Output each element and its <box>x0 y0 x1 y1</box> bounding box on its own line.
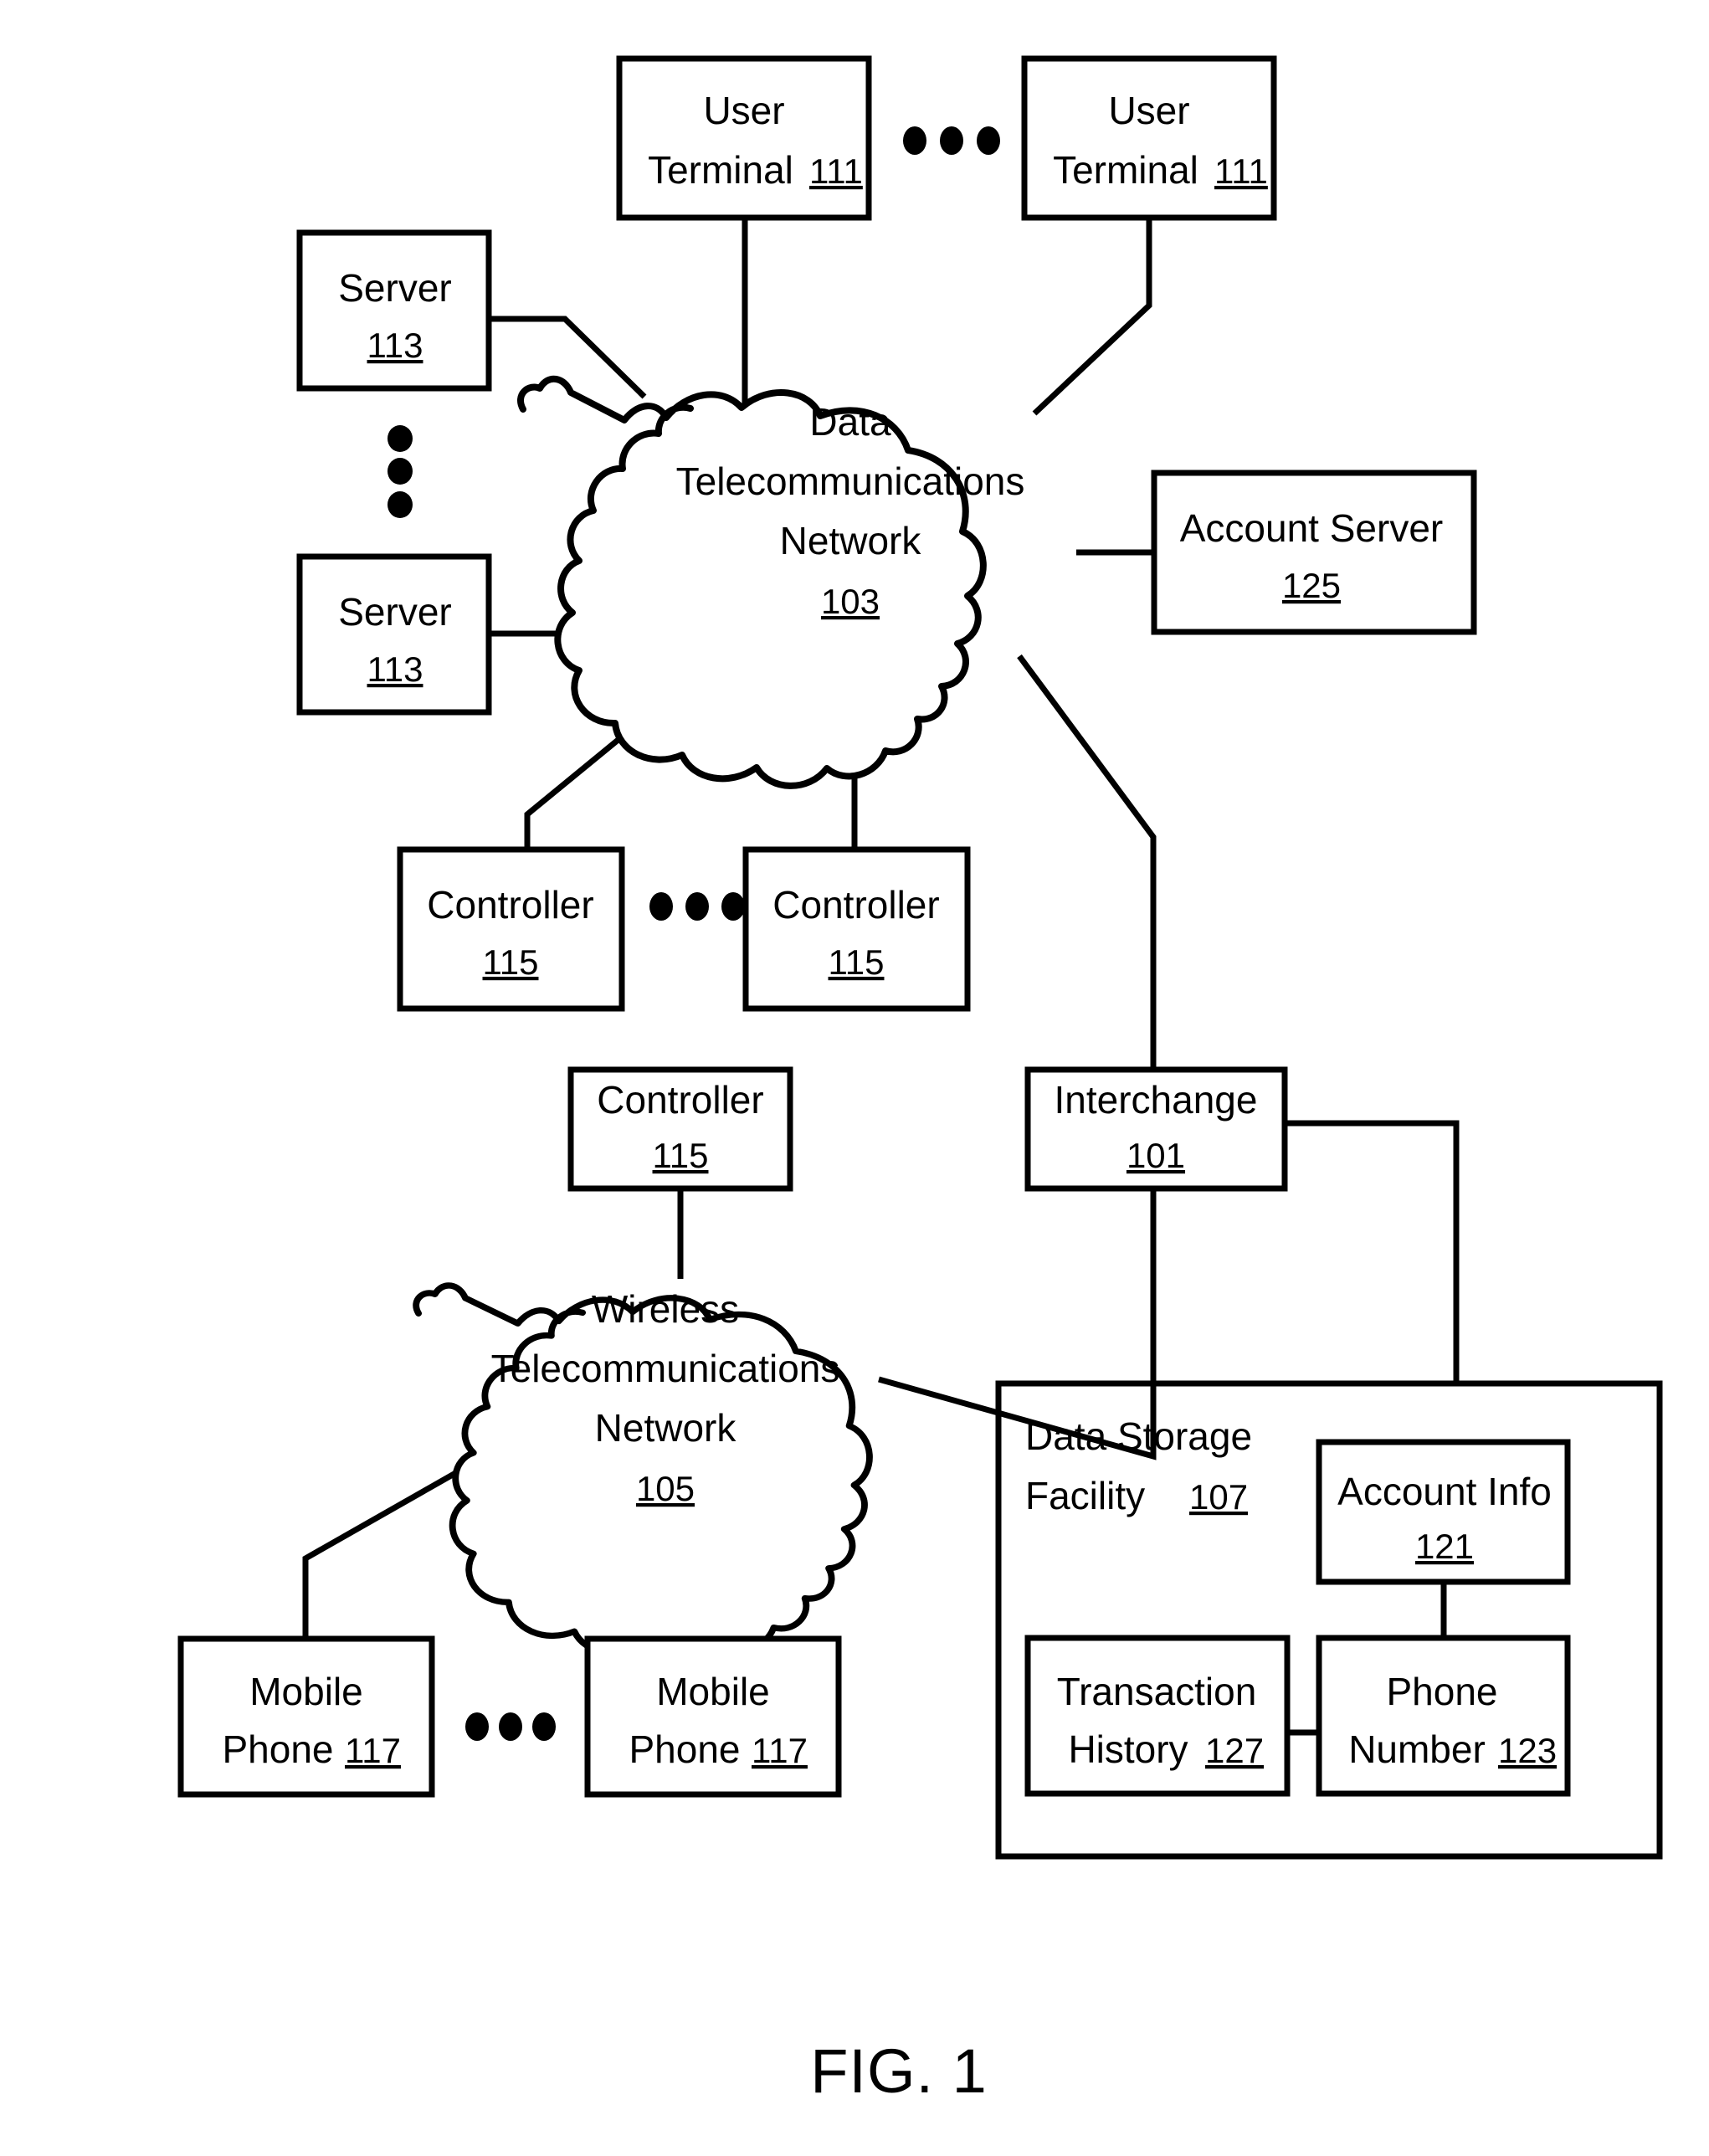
ellipsis-mobile-phones <box>465 1712 556 1741</box>
network-architecture-diagram: User Terminal 111 User Terminal 111 Serv… <box>177 55 1663 2106</box>
node-phone-number-line2: Number <box>1348 1727 1486 1771</box>
figure-caption: FIG. 1 <box>810 2036 988 2106</box>
node-user-terminal-right-line1: User <box>1108 89 1189 132</box>
cloud-wireless-network-line3: Network <box>595 1406 737 1450</box>
node-user-terminal-left-line1: User <box>703 89 784 132</box>
node-user-terminal-right[interactable] <box>1021 55 1277 221</box>
node-controller-left-ref: 115 <box>483 942 539 982</box>
node-mobile-phone-left-ref: 117 <box>345 1731 401 1770</box>
node-mobile-phone-left[interactable] <box>177 1635 435 1798</box>
container-data-storage-facility-line1: Data Storage <box>1025 1414 1252 1458</box>
node-transaction-history-line2: History <box>1068 1727 1188 1771</box>
node-phone-number-ref: 123 <box>1498 1731 1557 1770</box>
cloud-data-network-line1: Data <box>809 400 891 444</box>
connector-user-terminal-right-to-data-network <box>1032 217 1152 416</box>
cloud-wireless-network-line2: Telecommunications <box>491 1347 840 1390</box>
node-user-terminal-left[interactable] <box>616 55 872 221</box>
node-interchange-label: Interchange <box>1055 1078 1258 1122</box>
node-controller-wireless-label: Controller <box>597 1078 763 1122</box>
node-server-bottom-label: Server <box>338 590 451 634</box>
node-account-server[interactable] <box>1151 470 1477 635</box>
node-account-server-ref: 125 <box>1282 566 1341 605</box>
node-user-terminal-right-line2: Terminal <box>1053 148 1198 192</box>
node-controller-right-ref: 115 <box>829 942 885 982</box>
ellipsis-controllers <box>649 892 745 921</box>
node-user-terminal-left-line2: Terminal <box>648 148 793 192</box>
node-account-info-ref: 121 <box>1415 1527 1474 1566</box>
ellipsis-servers-vertical <box>387 425 413 518</box>
node-server-top-ref: 113 <box>367 326 423 365</box>
node-user-terminal-left-ref: 111 <box>809 151 863 191</box>
node-server-bottom-ref: 113 <box>367 649 423 689</box>
node-account-server-label: Account Server <box>1180 506 1443 550</box>
node-account-info-label: Account Info <box>1337 1470 1552 1513</box>
node-controller-left-label: Controller <box>427 883 593 927</box>
node-controller-right-label: Controller <box>772 883 939 927</box>
container-data-storage-facility-ref: 107 <box>1189 1477 1248 1517</box>
node-controller-left[interactable] <box>397 846 625 1012</box>
node-mobile-phone-left-line2: Phone <box>222 1727 333 1771</box>
node-user-terminal-right-ref: 111 <box>1214 151 1268 191</box>
node-controller-wireless-ref: 115 <box>653 1136 709 1175</box>
node-mobile-phone-left-line1: Mobile <box>249 1670 363 1713</box>
ellipsis-user-terminals <box>903 126 1000 155</box>
node-phone-number-line1: Phone <box>1386 1670 1497 1713</box>
patent-figure-1: User Terminal 111 User Terminal 111 Serv… <box>0 0 1709 2156</box>
node-server-bottom[interactable] <box>296 553 492 716</box>
node-server-top-label: Server <box>338 266 451 310</box>
node-mobile-phone-right[interactable] <box>584 1635 842 1798</box>
node-interchange-ref: 101 <box>1127 1136 1185 1175</box>
node-transaction-history-line1: Transaction <box>1057 1670 1257 1713</box>
cloud-wireless-network-ref: 105 <box>636 1469 695 1508</box>
node-transaction-history-ref: 127 <box>1205 1731 1264 1770</box>
connector-data-network-to-interchange <box>1017 654 1157 1070</box>
node-mobile-phone-right-line1: Mobile <box>656 1670 770 1713</box>
container-data-storage-facility-line2: Facility <box>1025 1474 1145 1517</box>
data-telecommunications-network-cloud <box>517 375 987 789</box>
node-mobile-phone-right-line2: Phone <box>629 1727 740 1771</box>
cloud-data-network-line3: Network <box>780 519 922 562</box>
cloud-data-network-ref: 103 <box>821 582 880 621</box>
connector-interchange-to-data-storage-facility <box>1285 1120 1460 1383</box>
cloud-data-network-line2: Telecommunications <box>676 459 1025 503</box>
node-controller-right[interactable] <box>742 846 971 1012</box>
node-server-top[interactable] <box>296 229 492 392</box>
cloud-wireless-network-line1: Wireless <box>592 1287 739 1331</box>
node-mobile-phone-right-ref: 117 <box>752 1731 808 1770</box>
